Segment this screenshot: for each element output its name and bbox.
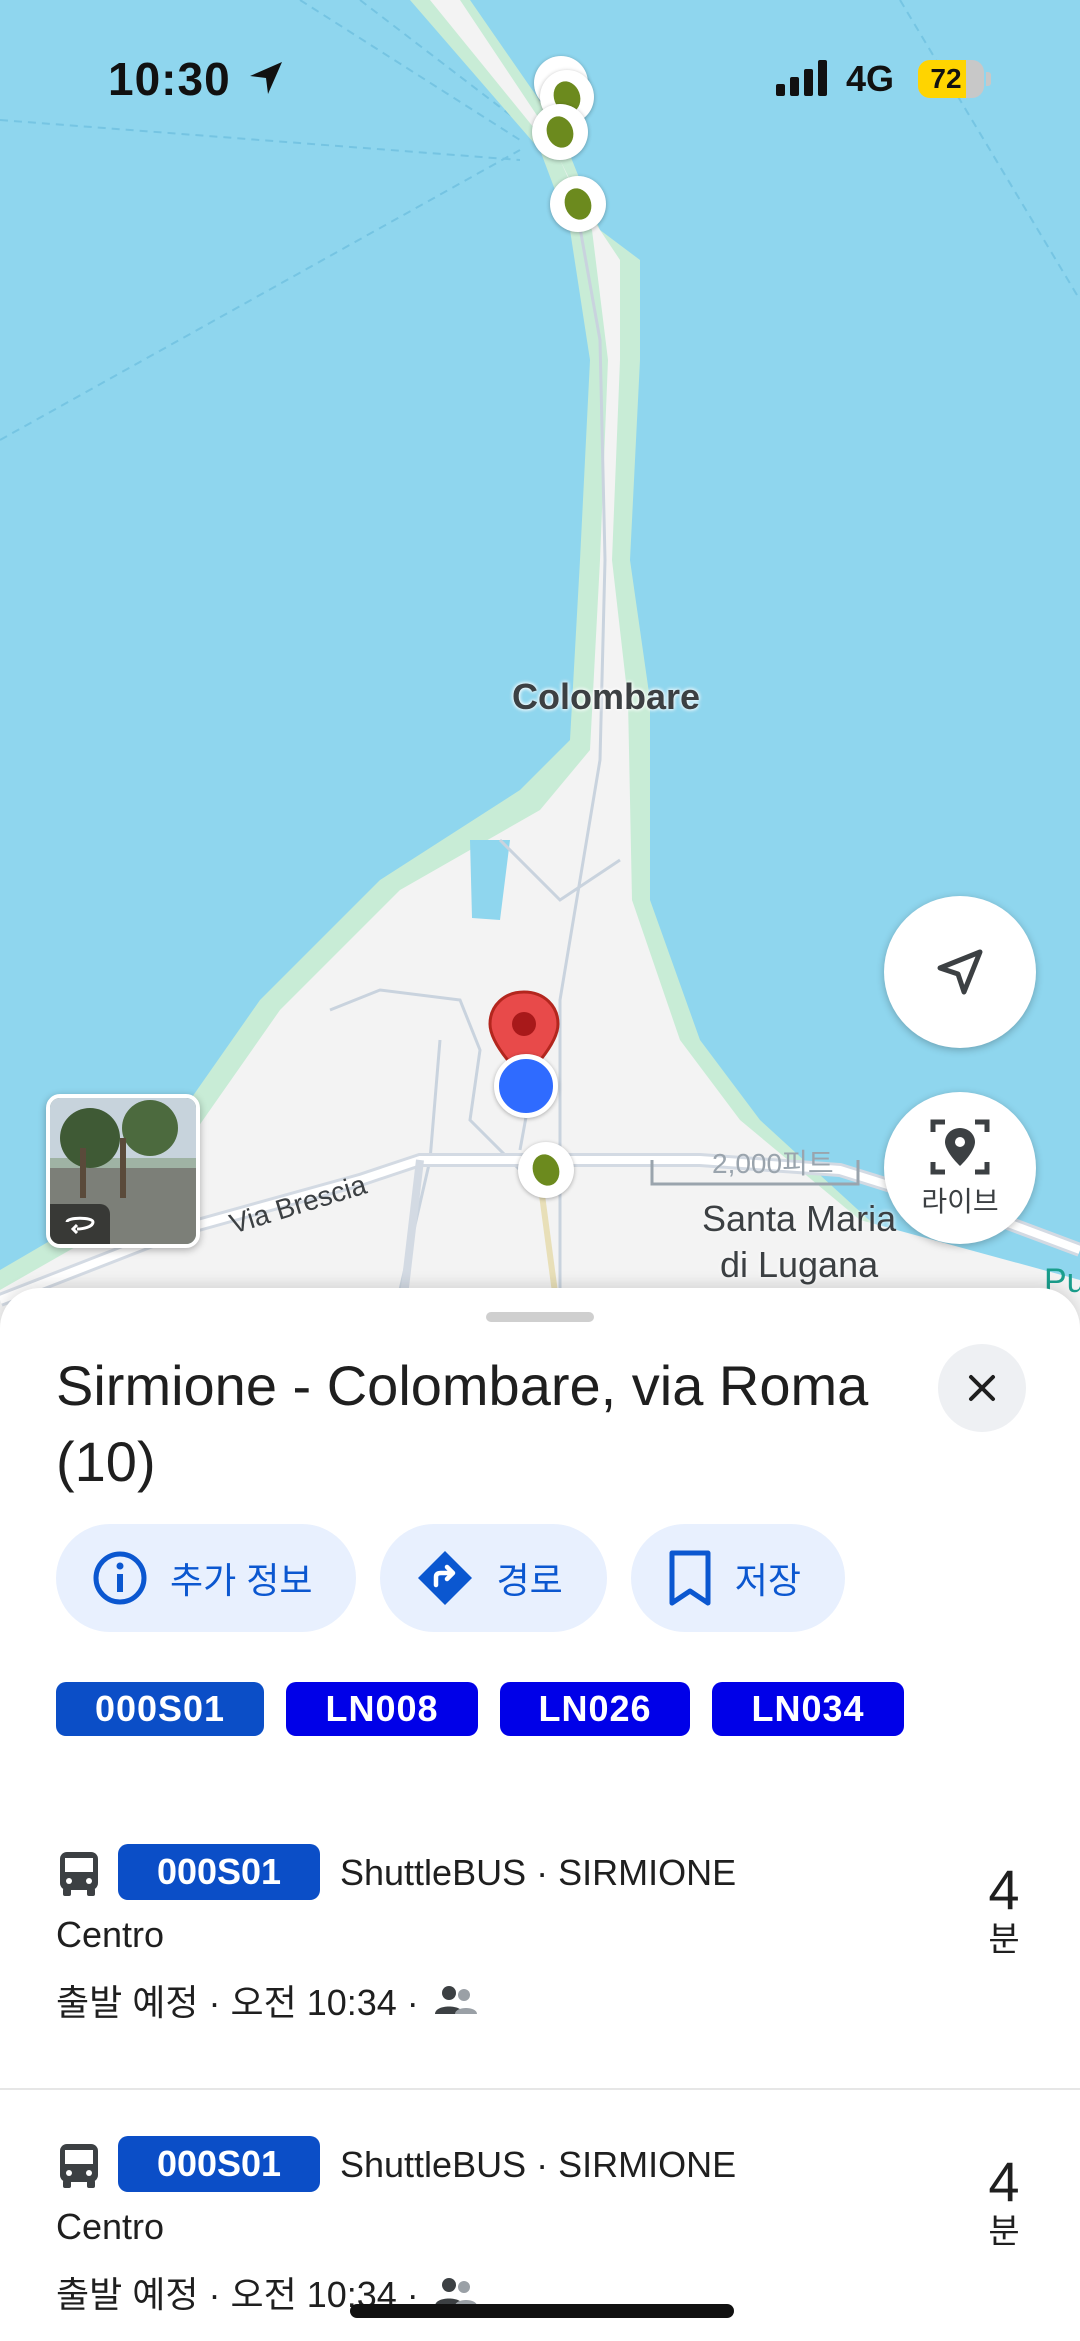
street-view-thumbnail[interactable] xyxy=(46,1094,200,1248)
route-tags: 000S01 LN008 LN026 LN034 xyxy=(56,1682,904,1736)
map-label-colombare: Colombare xyxy=(512,676,701,717)
save-label: 저장 xyxy=(734,1560,801,1601)
olive-poi-icon[interactable] xyxy=(550,176,606,232)
departure-minutes: 4 분 xyxy=(964,1860,1044,1960)
route-tag-000S01[interactable]: 000S01 xyxy=(56,1682,264,1736)
action-chips: 추가 정보 경로 저장 xyxy=(56,1524,845,1632)
info-icon xyxy=(93,1551,147,1605)
close-icon xyxy=(969,1375,995,1401)
live-view-icon xyxy=(930,1119,990,1175)
status-bar: 10:30 4G 72 xyxy=(0,0,1080,150)
place-details-sheet[interactable]: Sirmione - Colombare, via Roma (10) 추가 정… xyxy=(0,1288,1080,2341)
departure-destination: Centro xyxy=(56,1914,165,1955)
map-view[interactable]: Colombare Via Brescia Santa Maria di Lug… xyxy=(0,0,1080,1331)
map-label-santa-maria: Santa Maria di Lugana xyxy=(702,1196,896,1288)
bus-icon xyxy=(60,2144,98,2188)
departure-minutes-value: 4 xyxy=(988,2150,1020,2213)
network-type: 4G xyxy=(846,58,895,99)
olive-poi-icon[interactable] xyxy=(518,1142,574,1198)
close-button[interactable] xyxy=(938,1344,1026,1432)
battery-level: 72 xyxy=(930,63,962,94)
sheet-drag-handle[interactable] xyxy=(486,1312,594,1322)
bus-icon xyxy=(60,1852,98,1896)
my-location-button[interactable] xyxy=(884,896,1036,1048)
divider xyxy=(0,2088,1080,2090)
navigation-arrow-icon xyxy=(937,949,983,995)
departure-route-tag: 000S01 xyxy=(118,1844,320,1900)
location-services-icon xyxy=(250,62,282,94)
map-label-santa-maria-line1: Santa Maria xyxy=(702,1198,897,1239)
departure-destination: Centro xyxy=(56,2206,165,2247)
route-tag-LN026[interactable]: LN026 xyxy=(500,1682,690,1736)
crowd-level-icon xyxy=(434,1986,477,2014)
route-tag-LN008[interactable]: LN008 xyxy=(286,1682,478,1736)
directions-label: 경로 xyxy=(496,1560,563,1601)
departure-minutes-value: 4 xyxy=(988,1858,1020,1921)
departure-meta: 출발 예정 · 오전 10:34 · xyxy=(56,1974,481,2026)
more-info-button[interactable]: 추가 정보 xyxy=(56,1524,357,1632)
directions-button[interactable]: 경로 xyxy=(380,1524,607,1632)
departure-minutes-unit: 분 xyxy=(988,1921,1020,1959)
map-label-santa-maria-line2: di Lugana xyxy=(719,1244,879,1285)
status-time: 10:30 xyxy=(108,53,231,105)
departure-agency: ShuttleBUS · SIRMIONE xyxy=(340,1852,737,1893)
current-location-dot-icon xyxy=(494,1054,558,1118)
rotate-360-icon xyxy=(50,1204,110,1244)
departure-schedule: 출발 예정 · 오전 10:34 · xyxy=(56,1982,419,2023)
live-view-label: 라이브 xyxy=(921,1186,999,1217)
save-button[interactable]: 저장 xyxy=(630,1524,845,1632)
departure-route-tag: 000S01 xyxy=(118,2136,320,2192)
route-tag-LN034[interactable]: LN034 xyxy=(712,1682,904,1736)
battery-tip xyxy=(986,72,991,86)
cellular-signal-icon xyxy=(776,60,827,96)
live-view-button[interactable]: 라이브 xyxy=(884,1092,1036,1244)
home-indicator[interactable] xyxy=(350,2304,734,2318)
stop-title: Sirmione - Colombare, via Roma (10) xyxy=(56,1354,869,1493)
map-scale-label: 2,000피트 xyxy=(712,1148,834,1179)
more-info-label: 추가 정보 xyxy=(170,1560,313,1601)
battery-icon: 72 xyxy=(918,60,984,98)
bookmark-icon xyxy=(669,1550,711,1606)
departure-minutes: 4 분 xyxy=(964,2152,1044,2252)
departure-minutes-unit: 분 xyxy=(988,2213,1020,2251)
departure-agency: ShuttleBUS · SIRMIONE xyxy=(340,2144,737,2185)
directions-icon xyxy=(418,1551,473,1605)
